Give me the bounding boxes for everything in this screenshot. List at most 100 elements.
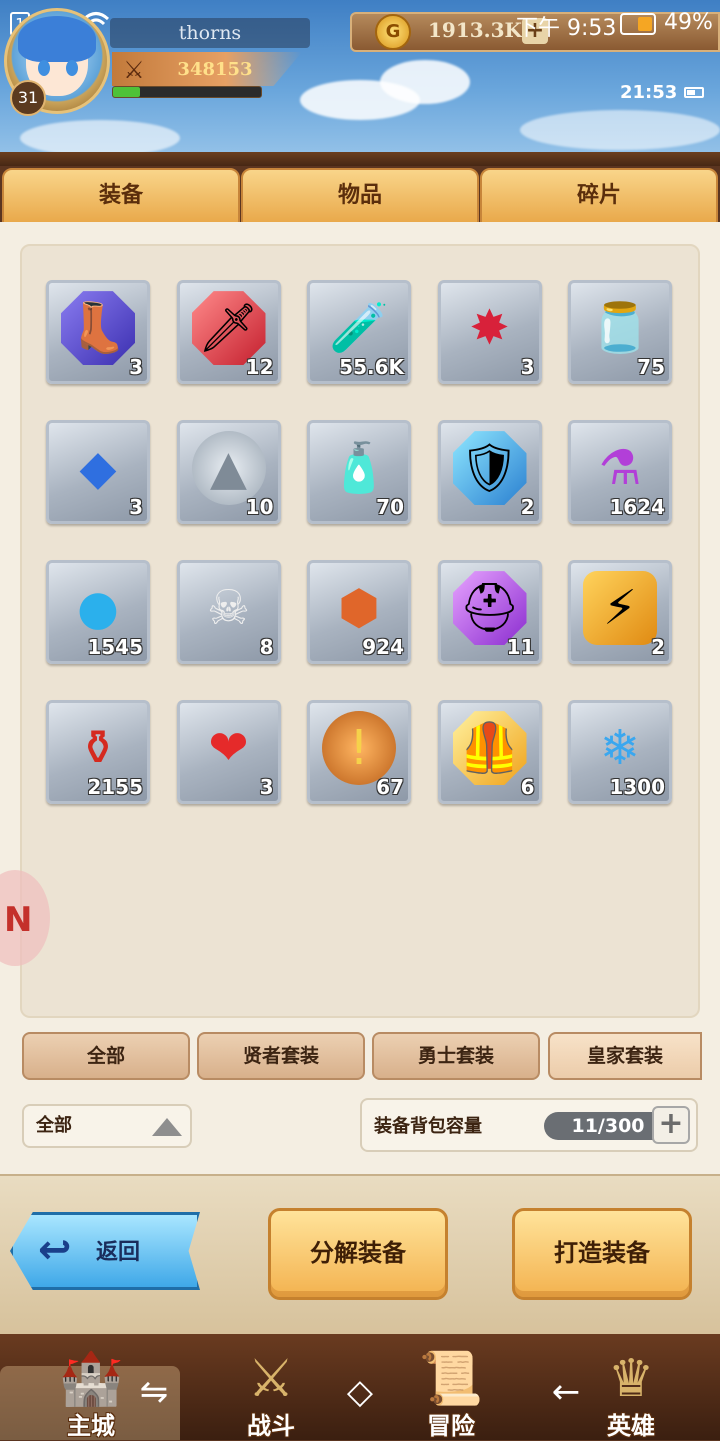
blue-orb-icon: ● xyxy=(77,580,119,637)
item-count: 6 xyxy=(520,775,535,799)
avatar-eye xyxy=(66,60,78,76)
item-slot[interactable]: 🦺 6 xyxy=(437,700,542,804)
shield-gem-icon: 🛡 xyxy=(452,431,527,506)
item-slot[interactable]: ✸ 3 xyxy=(437,280,542,384)
system-switch-icon[interactable]: ⇋ xyxy=(134,1372,174,1412)
dropdown-arrow-icon xyxy=(152,1118,182,1136)
battery-percent: 49% xyxy=(664,10,713,35)
boot-gem-icon: 👢 xyxy=(61,291,135,366)
nav-label: 战斗 xyxy=(247,1412,295,1440)
forge-equipment-button[interactable]: 打造装备 xyxy=(512,1208,692,1300)
event-icon: N xyxy=(4,900,33,940)
dropdown-value: 全部 xyxy=(36,1115,72,1136)
bronze-coin-icon: ! xyxy=(322,711,396,786)
green-potion-icon: 🧪 xyxy=(329,300,389,357)
back-arrow-icon: ↩ xyxy=(38,1227,72,1273)
expand-capacity-button[interactable]: + xyxy=(652,1106,690,1144)
helmet-gem-icon: ⛑ xyxy=(452,571,527,646)
item-slot[interactable]: 👢 3 xyxy=(46,280,150,384)
item-slot[interactable]: 🛡 2 xyxy=(437,420,542,524)
set-filter-bar: 全部 贤者套装 勇士套装 皇家套装 xyxy=(0,1032,720,1082)
lightning-stone-icon: ⚡ xyxy=(583,571,657,646)
power-value: 348153 xyxy=(177,59,253,80)
tab-equipment[interactable]: 装备 xyxy=(2,168,240,224)
armor-gem-icon: 🦺 xyxy=(452,711,527,786)
filter-all[interactable]: 全部 xyxy=(22,1032,190,1080)
system-back-icon[interactable]: ← xyxy=(546,1372,586,1412)
item-count: 924 xyxy=(362,635,404,659)
game-battery-icon xyxy=(684,87,704,98)
system-home-icon[interactable]: ◇ xyxy=(340,1372,380,1412)
castle-icon: 🏰 xyxy=(58,1349,124,1409)
item-slot[interactable]: ☠ 8 xyxy=(176,560,281,664)
cloud xyxy=(20,120,180,156)
item-count: 1545 xyxy=(87,635,143,659)
capacity-label: 装备背包容量 xyxy=(374,1116,482,1137)
item-count: 11 xyxy=(506,635,535,659)
battery-icon xyxy=(620,13,656,35)
item-slot[interactable]: ● 1545 xyxy=(46,560,150,664)
item-count: 1624 xyxy=(609,495,665,519)
item-slot[interactable]: 🧪 55.6K xyxy=(307,280,411,384)
skull-box-icon: ☠ xyxy=(206,580,251,637)
item-slot[interactable]: 🧴 70 xyxy=(307,420,411,524)
ore-rock-icon: ⬢ xyxy=(338,580,380,637)
item-slot[interactable]: ▲ 10 xyxy=(176,420,281,524)
cloud xyxy=(520,110,720,150)
item-count: 10 xyxy=(245,495,274,519)
tab-items[interactable]: 物品 xyxy=(241,168,479,224)
heart-icon: ❤ xyxy=(208,720,249,777)
item-slot[interactable]: ❄ 1300 xyxy=(568,700,672,804)
item-count: 3 xyxy=(259,775,274,799)
tab-fragments[interactable]: 碎片 xyxy=(480,168,718,224)
filter-sage-set[interactable]: 贤者套装 xyxy=(197,1032,365,1080)
item-count: 75 xyxy=(637,355,665,379)
exp-bar xyxy=(112,86,262,98)
item-count: 70 xyxy=(376,495,404,519)
filter-warrior-set[interactable]: 勇士套装 xyxy=(372,1032,540,1080)
filter-royal-set[interactable]: 皇家套装 xyxy=(548,1032,702,1080)
item-count: 3 xyxy=(520,355,535,379)
player-level-badge: 31 xyxy=(10,80,46,116)
item-slot[interactable]: ⬢ 924 xyxy=(307,560,411,664)
item-slot[interactable]: ⚗ 1624 xyxy=(568,420,672,524)
item-count: 3 xyxy=(129,355,143,379)
item-count: 2 xyxy=(651,635,665,659)
item-slot[interactable]: 🗡 12 xyxy=(176,280,281,384)
item-slot[interactable]: ! 67 xyxy=(307,700,411,804)
crossed-swords-icon: ⚔ xyxy=(123,56,145,84)
ice-crystal-cluster-icon: ❄ xyxy=(599,720,641,777)
item-grid-area: 👢 3 🗡 12 🧪 55.6K ✸ 3 🫙 75 ◆ 3 ▲ 10 🧴 70 🛡 2 ⚗ 1624 ● 1545 ☠ 8 ⬢ 9… xyxy=(20,244,700,1018)
nav-label: 冒险 xyxy=(427,1412,475,1440)
game-clock: 21:53 xyxy=(620,82,678,103)
category-dropdown[interactable]: 全部 xyxy=(22,1104,192,1148)
item-slot[interactable]: ◆ 3 xyxy=(46,420,150,524)
decompose-equipment-button[interactable]: 分解装备 xyxy=(268,1208,448,1300)
sword-gem-icon: 🗡 xyxy=(191,291,266,366)
nav-battle[interactable]: ⚔ 战斗 xyxy=(196,1346,346,1440)
item-count: 12 xyxy=(245,355,274,379)
inventory-tabs: 装备 物品 碎片 xyxy=(0,166,720,224)
red-star-crystal-icon: ✸ xyxy=(469,300,510,357)
item-slot[interactable]: ❤ 3 xyxy=(176,700,281,804)
silver-coin-icon: ▲ xyxy=(191,431,266,506)
item-count: 1300 xyxy=(609,775,665,799)
back-label: 返回 xyxy=(96,1240,141,1265)
item-count: 67 xyxy=(376,775,404,799)
item-count: 55.6K xyxy=(339,355,404,379)
item-slot[interactable]: 🫙 75 xyxy=(568,280,672,384)
nav-adventure[interactable]: 📜 冒险 xyxy=(376,1346,526,1440)
player-name: thorns xyxy=(110,18,310,48)
item-slot[interactable]: ⛑ 11 xyxy=(437,560,542,664)
item-slot[interactable]: ⚱ 2155 xyxy=(46,700,150,804)
hero-crest-icon: ♛ xyxy=(607,1349,655,1409)
purple-jar-icon: 🫙 xyxy=(590,300,650,357)
item-count: 8 xyxy=(259,635,274,659)
crossed-swords-icon: ⚔ xyxy=(247,1349,295,1409)
avatar-hair xyxy=(18,16,96,62)
bag-capacity: 装备背包容量 11/300 + xyxy=(360,1098,698,1152)
item-count: 2 xyxy=(520,495,535,519)
cloud xyxy=(380,60,470,104)
red-potion-icon: ⚱ xyxy=(77,720,119,777)
item-slot[interactable]: ⚡ 2 xyxy=(568,560,672,664)
